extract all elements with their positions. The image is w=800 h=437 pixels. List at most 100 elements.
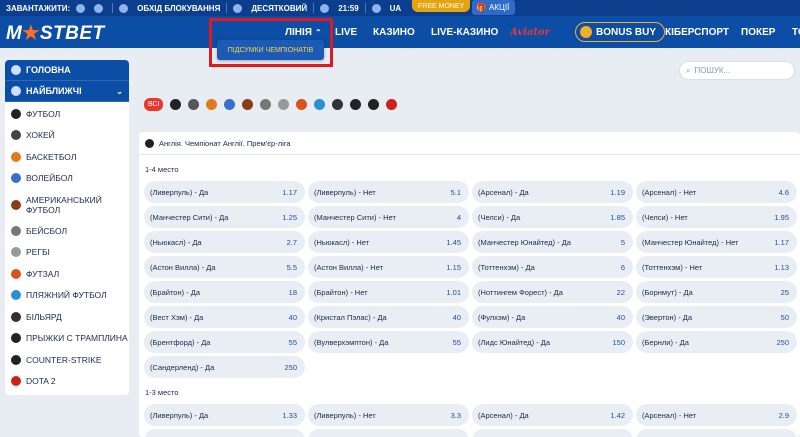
mostbet-logo[interactable]: M★STBET [6, 22, 105, 45]
rugby-icon[interactable] [278, 99, 290, 110]
sidebar-item-nearest[interactable]: НАЙБЛИЖЧІ ⌄ [5, 81, 129, 102]
odds-button[interactable]: (Брайтон) - Да 18 [144, 281, 305, 303]
baseball-icon[interactable] [260, 99, 272, 110]
odds-button[interactable]: (Манчестер Юнайтед) - Да 5 [472, 231, 633, 253]
nav-aviator[interactable]: Aviator [510, 16, 550, 48]
sidebar-item-main[interactable]: ГОЛОВНА [5, 60, 129, 81]
odds-button[interactable]: (Ливерпуль) - Нет 5.1 [308, 181, 469, 203]
dota2-icon[interactable] [386, 99, 398, 110]
bonus-buy-button[interactable]: BONUS BUY [575, 22, 666, 42]
odds-button[interactable]: (Манчестер Сити) - Нет2.5 [308, 429, 469, 437]
odds-button[interactable]: (Арсенал) - Нет 2.9 [636, 404, 797, 426]
sidebar-item-american-football[interactable]: АМЕРИКАНСЬКИЙ ФУТБОЛ [5, 189, 129, 220]
sidebar-item-volleyball[interactable]: ВОЛЕЙБОЛ [5, 168, 129, 190]
odds-button[interactable]: (Тоттенхэм) - Нет 1.13 [636, 256, 797, 278]
android-icon[interactable] [94, 3, 104, 13]
sidebar-item-basketball[interactable]: БАСКЕТБОЛ [5, 146, 129, 168]
odds-button[interactable]: (Астон Вилла) - Да 5.5 [144, 256, 305, 278]
odds-button[interactable]: (Ноттингем Форест) - Да 22 [472, 281, 633, 303]
free-money-button[interactable]: FREE MONEY [412, 0, 471, 12]
odds-button[interactable]: (Манчестер Сити) - Да1.53 [144, 429, 305, 437]
outcome-label: (Ноттингем Форест) - Да [478, 287, 563, 297]
odds-button[interactable]: (Манчестер Юнайтед) - Нет 1.17 [636, 231, 797, 253]
ski-jump-icon[interactable] [350, 99, 362, 110]
odds-button[interactable]: (Арсенал) - Да 1.42 [472, 404, 633, 426]
odds-button[interactable]: (Эвертон) - Да 50 [636, 306, 797, 328]
odds-button[interactable]: (Челси) - Да2.1 [472, 429, 633, 437]
logo-star-icon: ★ [22, 23, 40, 44]
odds-button[interactable]: (Ливерпуль) - Да 1.17 [144, 181, 305, 203]
volleyball-icon[interactable] [224, 99, 236, 110]
sidebar-item-baseball[interactable]: БЕЙСБОЛ [5, 220, 129, 242]
odds-value: 1.19 [610, 187, 625, 197]
baseball-icon [11, 225, 21, 236]
nav-live-casino[interactable]: LIVE-КАЗИНО [431, 16, 498, 48]
odds-button[interactable]: (Ньюкасл) - Нет 1.45 [308, 231, 469, 253]
sidebar-item-ski-jumping[interactable]: ПРЫЖКИ С ТРАМПЛИНА [5, 328, 129, 350]
promotions-button[interactable]: 🎁 АКЦІЇ [472, 0, 516, 15]
sidebar-item-hockey[interactable]: ХОКЕЙ [5, 125, 129, 147]
odds-button[interactable]: (Арсенал) - Да 1.19 [472, 181, 633, 203]
counter-strike-icon[interactable] [368, 99, 380, 110]
odds-button[interactable]: (Бернли) - Да 250 [636, 331, 797, 353]
odds-button[interactable]: (Сандерленд) - Да 250 [144, 356, 305, 378]
odds-button[interactable]: (Астон Вилла) - Нет 1.15 [308, 256, 469, 278]
odds-button[interactable]: (Ливерпуль) - Нет 3.3 [308, 404, 469, 426]
league-header: Англія. Чемпіонат Англії. Прем'єр-ліга [139, 132, 800, 155]
hockey-icon[interactable] [188, 99, 200, 110]
futsal-icon[interactable] [296, 99, 308, 110]
time-display: 21:59 [338, 3, 359, 13]
search-input[interactable]: ⌕ ПОШУК... [679, 61, 795, 80]
billiards-icon[interactable] [332, 99, 344, 110]
odds-button[interactable]: (Борнмут) - Да 25 [636, 281, 797, 303]
odds-value: 55 [452, 337, 461, 347]
sidebar-item-beach-football[interactable]: ПЛЯЖНИЙ ФУТБОЛ [5, 285, 129, 307]
rugby-icon [11, 247, 21, 258]
odds-button[interactable]: (Манчестер Сити) - Да 1.25 [144, 206, 305, 228]
nav-esports[interactable]: КІБЕРСПОРТ [665, 16, 729, 48]
filter-all-button[interactable]: ВСІ [144, 98, 164, 111]
sidebar-item-dota2[interactable]: DOTA 2 [5, 371, 129, 393]
odds-button[interactable]: (Брайтон) - Нет 1.01 [308, 281, 469, 303]
football-icon[interactable] [170, 99, 182, 110]
language-select[interactable]: UA [390, 4, 402, 13]
market-panel: Англія. Чемпіонат Англії. Прем'єр-ліга 1… [139, 132, 800, 437]
sidebar-item-counter-strike[interactable]: COUNTER-STRIKE [5, 349, 129, 371]
clock-icon [11, 86, 21, 96]
odds-button[interactable]: (Арсенал) - Нет 4.6 [636, 181, 797, 203]
odds-format-select[interactable]: ДЕСЯТКОВИЙ [251, 4, 307, 13]
odds-value: 1.25 [282, 212, 297, 222]
nav-poker[interactable]: ПОКЕР [741, 16, 775, 48]
sidebar-item-billiards[interactable]: БІЛЬЯРД [5, 306, 129, 328]
sidebar-item-football[interactable]: ФУТБОЛ [5, 103, 129, 125]
nav-live[interactable]: LIVE [335, 16, 357, 48]
odds-button[interactable]: (Вулверхэмптон) - Да 55 [308, 331, 469, 353]
apple-icon[interactable] [76, 3, 86, 13]
volleyball-icon [11, 173, 21, 184]
odds-button[interactable]: (Кристал Пэлас) - Да 40 [308, 306, 469, 328]
nav-more[interactable]: ТО [792, 16, 800, 48]
outcome-label: (Манчестер Юнайтед) - Да [478, 237, 571, 247]
odds-button[interactable]: (Манчестер Сити) - Нет 4 [308, 206, 469, 228]
odds-button[interactable]: (Ливерпуль) - Да 1.33 [144, 404, 305, 426]
download-label[interactable]: ЗАВАНТАЖИТИ: [6, 4, 70, 13]
odds-button[interactable]: (Челси) - Нет 1.95 [636, 206, 797, 228]
bypass-block-link[interactable]: ОБХІД БЛОКУВАННЯ [137, 4, 220, 13]
odds-button[interactable]: (Тоттенхэм) - Да 6 [472, 256, 633, 278]
sidebar-item-futsal[interactable]: ФУТЗАЛ [5, 263, 129, 285]
beach-football-icon[interactable] [314, 99, 326, 110]
odds-button[interactable]: (Фулхэм) - Да 40 [472, 306, 633, 328]
american-football-icon[interactable] [242, 99, 254, 110]
sidebar-item-rugby[interactable]: РЕГБІ [5, 242, 129, 264]
odds-value: 40 [616, 312, 625, 322]
odds-button[interactable]: (Ньюкасл) - Да 2.7 [144, 231, 305, 253]
odds-button[interactable]: (Брентфорд) - Да 55 [144, 331, 305, 353]
odds-button[interactable]: (Челси) - Да 1.85 [472, 206, 633, 228]
odds-button[interactable]: (Вест Хэм) - Да 40 [144, 306, 305, 328]
basketball-icon[interactable] [206, 99, 218, 110]
odds-button[interactable]: (Челси) - Нет1.75 [636, 429, 797, 437]
odds-value: 1.17 [774, 237, 789, 247]
odds-value: 5.1 [450, 187, 461, 197]
nav-casino[interactable]: КАЗИНО [373, 16, 415, 48]
odds-button[interactable]: (Лидс Юнайтед) - Да 150 [472, 331, 633, 353]
